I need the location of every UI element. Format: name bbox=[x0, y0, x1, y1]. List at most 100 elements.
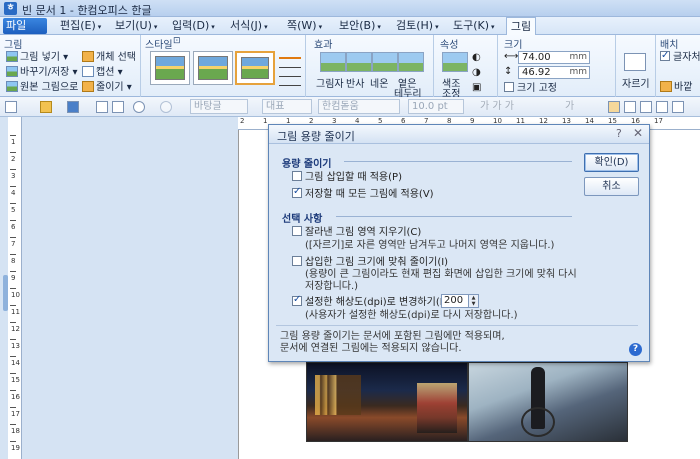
open-folder-icon[interactable] bbox=[40, 101, 52, 113]
fix-size-checkbox[interactable]: 크기 고정 bbox=[504, 82, 557, 96]
footer-note-2: 문서에 연결된 그림에는 적용되지 않습니다. bbox=[280, 343, 462, 354]
ruler-tick bbox=[10, 288, 16, 289]
align-justify-icon[interactable] bbox=[608, 101, 620, 113]
menu-view[interactable]: 보기(U) ▾ bbox=[111, 17, 161, 35]
menu-review[interactable]: 검토(H) ▾ bbox=[392, 17, 443, 35]
change-dpi-checkbox[interactable]: 설정한 해상도(dpi)로 변경하기(R): bbox=[292, 294, 454, 309]
height-input[interactable]: 46.92 mm bbox=[518, 66, 590, 79]
ruler-number: 17 bbox=[11, 410, 20, 418]
font-name-select[interactable]: 한컴돋움 bbox=[318, 99, 400, 114]
font-size-input[interactable]: 10.0 pt bbox=[408, 99, 464, 114]
align-right-icon[interactable] bbox=[640, 101, 652, 113]
dpi-value: 200 bbox=[444, 295, 464, 306]
menu-security[interactable]: 보안(B) ▾ bbox=[335, 17, 385, 35]
ruler-tick bbox=[10, 203, 16, 204]
menu-tools[interactable]: 도구(K) ▾ bbox=[449, 17, 499, 35]
redo-icon[interactable] bbox=[160, 101, 172, 113]
menu-insert[interactable]: 입력(D) ▾ bbox=[168, 17, 219, 35]
ruler-number: 19 bbox=[11, 444, 20, 452]
delete-cropped-note: ([자르기]로 자른 영역만 남겨두고 나머지 영역은 지웁니다.) bbox=[305, 240, 555, 251]
ribbon-group-crop: 자르기 bbox=[616, 35, 656, 97]
change-save-button[interactable]: 바꾸기/저장 ▾ bbox=[6, 66, 78, 80]
ruler-tick bbox=[10, 254, 16, 255]
ruler-number: 14 bbox=[11, 359, 20, 367]
shadow-label: 그림자 bbox=[316, 79, 344, 90]
align-left-icon[interactable] bbox=[624, 101, 636, 113]
menu-file[interactable]: 파일(F)▾ bbox=[3, 18, 47, 47]
close-icon[interactable]: ✕ bbox=[633, 126, 643, 140]
shadow-button[interactable] bbox=[320, 52, 346, 72]
new-document-icon[interactable] bbox=[5, 101, 17, 113]
ribbon-group-property: 속성 색조 조정 ◐ ◑ ▣ bbox=[434, 35, 498, 100]
ok-button[interactable]: 확인(D) bbox=[584, 153, 639, 172]
inserted-photo-night-street[interactable] bbox=[306, 362, 468, 442]
tab-picture[interactable]: 그림 bbox=[506, 17, 536, 35]
crop-label[interactable]: 자르기 bbox=[622, 75, 650, 90]
contrast-icon[interactable]: ◑ bbox=[472, 67, 481, 78]
ruler-number: 1 bbox=[11, 138, 16, 146]
brightness-icon[interactable]: ◐ bbox=[472, 52, 481, 63]
ruler-tick bbox=[10, 373, 16, 374]
style-thumb-3[interactable] bbox=[235, 51, 275, 85]
behind-text-button[interactable]: 바깥 bbox=[660, 81, 692, 95]
style-expand-icon[interactable]: ⊡ bbox=[173, 36, 181, 46]
window-title: 빈 문서 1 - 한컴오피스 한글 bbox=[22, 4, 152, 17]
menu-bar: 파일(F)▾ 편집(E)▾ 보기(U)▾ 입력(D)▾ 서식(J)▾ 쪽(W)▾… bbox=[0, 17, 700, 47]
ruler-tick bbox=[10, 407, 16, 408]
effect-icon[interactable]: ▣ bbox=[472, 82, 481, 93]
dpi-spin-arrows[interactable]: ▲ ▼ bbox=[468, 295, 478, 307]
ruler-number: 8 bbox=[11, 257, 16, 265]
ruler-tick bbox=[10, 322, 16, 323]
dpi-spinner[interactable]: 200 ▲ ▼ bbox=[441, 294, 479, 308]
hwp-app-icon[interactable]: ㅎ bbox=[4, 2, 17, 15]
caption-button[interactable]: 캡션 ▾ bbox=[82, 66, 123, 80]
preview-icon[interactable] bbox=[112, 101, 124, 113]
crop-icon[interactable] bbox=[624, 53, 646, 71]
print-icon[interactable] bbox=[96, 101, 108, 113]
width-input[interactable]: 74.00 mm bbox=[518, 51, 590, 64]
reflect-label: 반사 bbox=[346, 79, 365, 90]
reduce-picture-size-dialog: 그림 용량 줄이기 ? ✕ 용량 줄이기 그림 삽입할 때 적용(P) 저장할 … bbox=[268, 124, 650, 362]
align-center-icon[interactable] bbox=[656, 101, 668, 113]
dialog-title-bar[interactable]: 그림 용량 줄이기 ? ✕ bbox=[269, 125, 649, 144]
help-icon[interactable]: ? bbox=[616, 127, 622, 140]
help-circle-icon[interactable]: ? bbox=[629, 343, 642, 356]
color-adjust-button[interactable] bbox=[442, 52, 468, 72]
soft-edge-button[interactable] bbox=[398, 52, 424, 72]
fit-size-checkbox[interactable]: 삽입한 그림 크기에 맞춰 줄이기(I) bbox=[292, 256, 448, 269]
align-distribute-icon[interactable] bbox=[672, 101, 684, 113]
cancel-button[interactable]: 취소 bbox=[584, 177, 639, 196]
reduce-button[interactable]: 줄이기 ▾ bbox=[82, 81, 132, 95]
apply-on-insert-checkbox[interactable]: 그림 삽입할 때 적용(P) bbox=[292, 171, 402, 184]
delete-cropped-checkbox[interactable]: 잘라낸 그림 영역 지우기(C) bbox=[292, 226, 421, 239]
original-picture-button[interactable]: 원본 그림으로 bbox=[6, 81, 78, 95]
reflect-button[interactable] bbox=[346, 52, 372, 72]
select-object-button[interactable]: 개체 선택 bbox=[82, 51, 136, 65]
font-kind-select[interactable]: 대표 bbox=[262, 99, 312, 114]
insert-picture-button[interactable]: 그림 넣기 ▾ bbox=[6, 51, 68, 65]
line-style-controls[interactable] bbox=[279, 51, 301, 93]
inserted-photo-cyclist[interactable] bbox=[468, 362, 628, 442]
delete-cropped-check bbox=[292, 226, 302, 236]
ribbon-group-style: 스타일 ⊡ bbox=[141, 35, 306, 97]
style-thumb-2[interactable] bbox=[193, 51, 233, 85]
neon-button[interactable] bbox=[372, 52, 398, 72]
menu-page[interactable]: 쪽(W) ▾ bbox=[283, 17, 326, 35]
menu-format[interactable]: 서식(J) ▾ bbox=[226, 17, 272, 35]
undo-icon[interactable] bbox=[133, 101, 145, 113]
style-select[interactable]: 바탕글 bbox=[190, 99, 248, 114]
ribbon-group-effect: 효과 그림자 반사 네온 옅은 테두리 bbox=[306, 35, 434, 100]
ribbon-group-picture: 그림 그림 넣기 ▾ 바꾸기/저장 ▾ 원본 그림으로 개체 선택 캡션 ▾ 줄… bbox=[0, 35, 141, 97]
picture-ribbon: 그림 그림 넣기 ▾ 바꾸기/저장 ▾ 원본 그림으로 개체 선택 캡션 ▾ 줄… bbox=[0, 35, 700, 100]
save-icon[interactable] bbox=[67, 101, 79, 113]
menu-edit[interactable]: 편집(E) ▾ bbox=[56, 17, 105, 35]
ruler-number: 7 bbox=[11, 240, 16, 248]
text-wrap-checkbox[interactable]: 글자처 bbox=[660, 49, 700, 65]
style-thumb-1[interactable] bbox=[150, 51, 190, 85]
char-color-button[interactable]: 가 bbox=[565, 100, 574, 114]
ruler-number: 5 bbox=[11, 206, 16, 214]
ruler-number: 4 bbox=[11, 189, 16, 197]
apply-on-save-checkbox[interactable]: 저장할 때 모든 그림에 적용(V) bbox=[292, 186, 434, 201]
char-format-buttons[interactable]: 가 가 가 bbox=[480, 100, 514, 114]
document-gutter bbox=[0, 117, 238, 459]
